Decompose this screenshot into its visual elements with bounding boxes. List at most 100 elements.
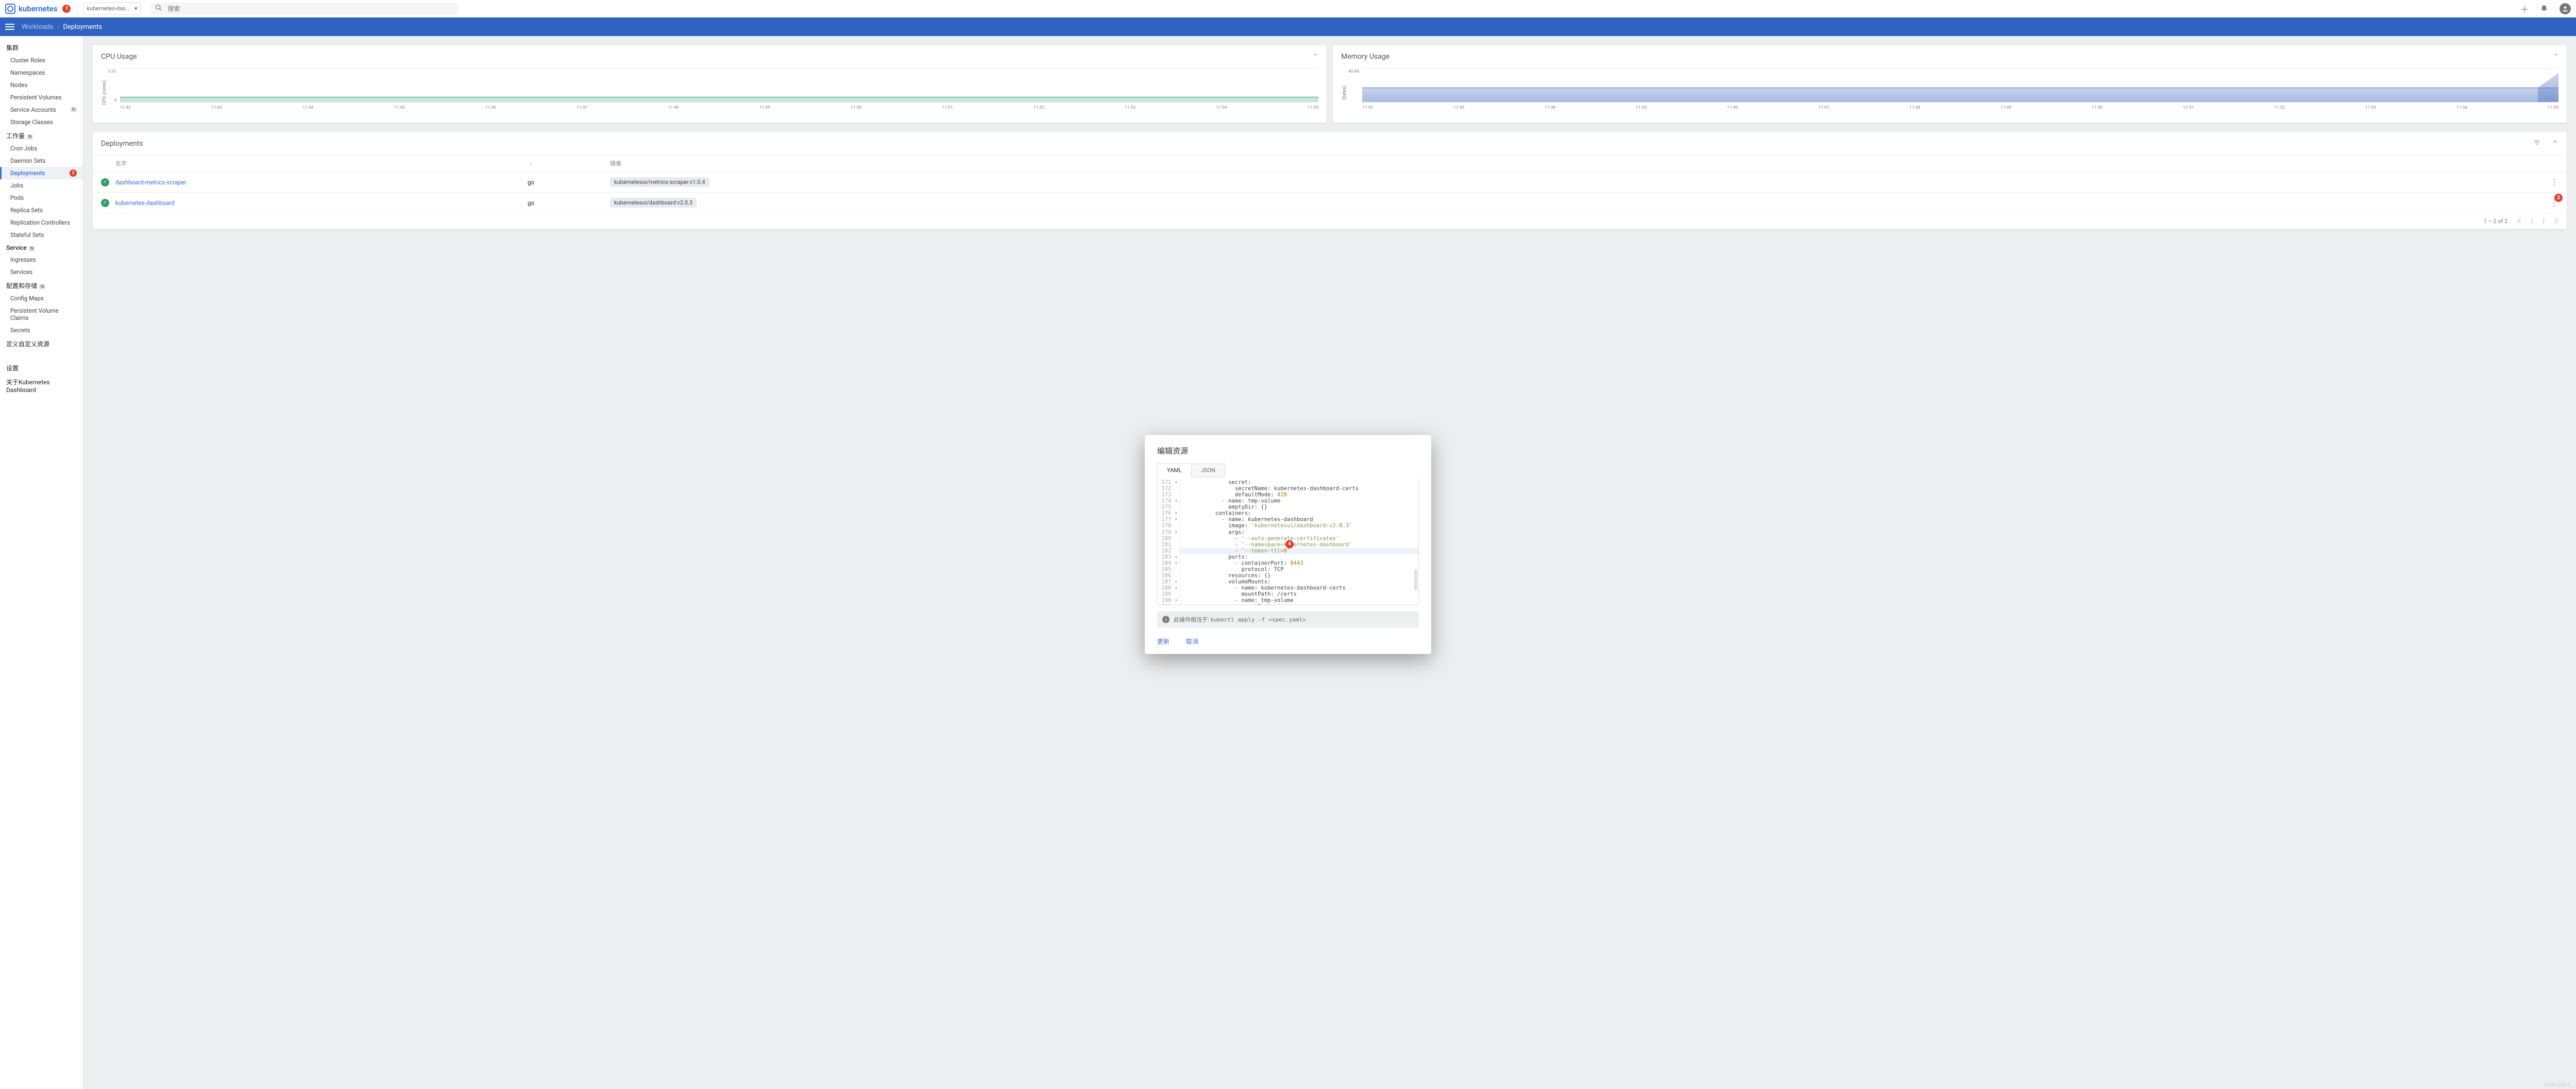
info-text: 此操作相当于: kubectl apply -f <spec.yaml> bbox=[1174, 616, 1306, 624]
dialog-actions: 更新 取消 bbox=[1157, 637, 1419, 646]
sidebar: 集群 Cluster RolesNamespacesNodesPersisten… bbox=[0, 36, 83, 1089]
sidebar-item-cluster-roles[interactable]: Cluster Roles bbox=[0, 54, 83, 66]
collapse-icon[interactable]: ⌃ bbox=[2553, 53, 2558, 61]
sidebar-item-config-maps[interactable]: Config Maps bbox=[0, 292, 83, 304]
cpu-usage-card: CPU Usage ⌃ CPU (cores) 0.01 0 11:4211:4… bbox=[93, 45, 1327, 123]
namespace-selector[interactable]: kubernetes-das... ▾ bbox=[83, 3, 141, 15]
kubernetes-logo-icon bbox=[5, 4, 15, 14]
sidebar-item-replication-controllers[interactable]: Replication Controllers bbox=[0, 216, 83, 229]
tab-yaml[interactable]: YAML bbox=[1157, 464, 1192, 478]
page-first-icon[interactable]: |⟨ bbox=[2517, 217, 2521, 225]
sidebar-item-stateful-sets[interactable]: Stateful Sets bbox=[0, 229, 83, 241]
notifications-icon[interactable] bbox=[2540, 4, 2548, 14]
annotation-marker-4: 4 bbox=[1285, 540, 1294, 549]
nav-section-settings[interactable]: 设置 bbox=[0, 361, 83, 375]
image-chip: kubernetesui/dashboard:v2.0.3 bbox=[610, 198, 697, 208]
sidebar-item-pods[interactable]: Pods bbox=[0, 192, 83, 204]
brand-text: kubernetes bbox=[19, 4, 57, 13]
sidebar-item-deployments[interactable]: Deployments2 bbox=[0, 167, 83, 179]
cpu-card-title: CPU Usage bbox=[101, 53, 137, 61]
tab-json[interactable]: JSON bbox=[1192, 464, 1225, 478]
mem-series bbox=[1362, 88, 2558, 102]
page-next-icon[interactable]: ⟩ bbox=[2543, 217, 2545, 225]
memory-usage-card: Memory Usage ⌃ (bytes) 40 Mi 11:4211 bbox=[1333, 45, 2567, 123]
cpu-yticks: 0.01 0 bbox=[108, 69, 119, 103]
col-name[interactable]: 名字 bbox=[115, 159, 337, 167]
image-chip: kubernetesui/metrics-scraper:v1.0.4 bbox=[610, 177, 709, 187]
breadcrumb-current: Deployments bbox=[63, 23, 102, 31]
sort-asc-icon[interactable]: ↑ bbox=[530, 161, 532, 167]
sidebar-item-ingresses[interactable]: Ingresses bbox=[0, 253, 83, 266]
annotation-marker-1: 1 bbox=[62, 5, 71, 13]
sidebar-item-daemon-sets[interactable]: Daemon Sets bbox=[0, 155, 83, 167]
namespace-selector-value: kubernetes-das... bbox=[87, 5, 130, 12]
sidebar-item-nodes[interactable]: Nodes bbox=[0, 79, 83, 91]
editor-gutter: 171 ▾172 173 174 ▾175 176 ▾177 ▾178 179 … bbox=[1158, 478, 1180, 605]
badge-n-icon: N bbox=[29, 246, 35, 251]
annotation-marker-2: 2 bbox=[70, 169, 77, 177]
editor-code[interactable]: secret: secretName: kubernetes-dashboard… bbox=[1180, 478, 1418, 605]
chevron-down-icon: ▾ bbox=[134, 5, 138, 12]
sidebar-item-persistent-volumes[interactable]: Persistent Volumes bbox=[0, 91, 83, 104]
filter-icon[interactable] bbox=[2533, 139, 2540, 148]
table-row[interactable]: ✓ kubernetes-dashboard go kubernetesui/d… bbox=[93, 193, 2567, 213]
collapse-icon[interactable]: ⌃ bbox=[2552, 139, 2558, 148]
nav-section-crd[interactable]: 定义自定义资源 bbox=[0, 336, 83, 350]
nav-section-cluster[interactable]: 集群 bbox=[0, 40, 83, 54]
watermark: CSDN @仙士_ bbox=[2544, 1081, 2573, 1088]
page-last-icon[interactable]: ⟩| bbox=[2554, 217, 2558, 225]
table-row[interactable]: ✓ dashboard-metrics-scraper go kubernete… bbox=[93, 172, 2567, 193]
mem-ylabel: (bytes) bbox=[1341, 68, 1348, 117]
scrollbar-thumb[interactable] bbox=[1414, 569, 1417, 591]
badge-n-icon: N bbox=[39, 284, 45, 290]
sidebar-item-replica-sets[interactable]: Replica Sets bbox=[0, 204, 83, 216]
update-button[interactable]: 更新 bbox=[1157, 637, 1170, 646]
row-menu-icon[interactable]: ⋮ 3 bbox=[2550, 198, 2558, 208]
created-relative: go bbox=[528, 199, 610, 207]
sidebar-item-storage-classes[interactable]: Storage Classes bbox=[0, 116, 83, 128]
topbar: kubernetes 1 kubernetes-das... ▾ ＋ bbox=[0, 0, 2576, 18]
breadcrumb-workloads[interactable]: Workloads bbox=[22, 23, 53, 31]
status-ok-icon: ✓ bbox=[101, 199, 109, 207]
menu-icon[interactable] bbox=[5, 24, 14, 30]
edit-resource-dialog: 编辑资源 YAML JSON 171 ▾172 173 174 ▾175 176… bbox=[1145, 435, 1431, 654]
topbar-actions: ＋ bbox=[2520, 3, 2571, 15]
sidebar-item-persistent-volume-claims[interactable]: Persistent Volume Claims bbox=[0, 304, 83, 324]
mem-card-title: Memory Usage bbox=[1341, 53, 1389, 61]
sidebar-item-namespaces[interactable]: Namespaces bbox=[0, 66, 83, 79]
search-icon bbox=[155, 4, 162, 13]
badge-n-icon: N bbox=[71, 107, 77, 112]
deployments-table-card: Deployments ⌃ 名字 ↑ 镜像 ✓ dashboard-metric… bbox=[93, 132, 2567, 229]
sidebar-item-cron-jobs[interactable]: Cron Jobs bbox=[0, 142, 83, 155]
row-menu-icon[interactable]: ⋮ bbox=[2550, 177, 2558, 187]
status-ok-icon: ✓ bbox=[101, 178, 109, 186]
cpu-series bbox=[120, 97, 1318, 102]
collapse-icon[interactable]: ⌃ bbox=[1313, 53, 1318, 61]
deployment-link[interactable]: dashboard-metrics-scraper bbox=[115, 179, 337, 186]
account-icon[interactable] bbox=[2560, 3, 2571, 14]
cancel-button[interactable]: 取消 bbox=[1186, 637, 1198, 646]
sidebar-item-secrets[interactable]: Secrets bbox=[0, 324, 83, 336]
brand-logo[interactable]: kubernetes bbox=[5, 4, 57, 14]
page-prev-icon[interactable]: ⟨ bbox=[2531, 217, 2533, 225]
sidebar-item-service-accounts[interactable]: Service AccountsN bbox=[0, 104, 83, 116]
editor-tabs: YAML JSON bbox=[1157, 464, 1419, 478]
cpu-plot: 11:4211:4311:4411:4511:4611:4711:4811:49… bbox=[120, 68, 1318, 117]
search-field[interactable] bbox=[151, 3, 458, 15]
info-bar: i 此操作相当于: kubectl apply -f <spec.yaml> bbox=[1157, 611, 1419, 628]
annotation-marker-3: 3 bbox=[2554, 194, 2563, 202]
search-input[interactable] bbox=[167, 5, 454, 12]
yaml-editor[interactable]: 171 ▾172 173 174 ▾175 176 ▾177 ▾178 179 … bbox=[1157, 478, 1419, 605]
deployments-card-title: Deployments bbox=[101, 140, 143, 148]
pagination-range: 1 – 2 of 2 bbox=[2484, 218, 2508, 225]
sidebar-item-jobs[interactable]: Jobs bbox=[0, 179, 83, 192]
nav-section-config[interactable]: 配置和存储N bbox=[0, 278, 83, 292]
pagination: 1 – 2 of 2 |⟨ ⟨ ⟩ ⟩| bbox=[93, 213, 2567, 229]
col-image[interactable]: 镜像 bbox=[610, 159, 2538, 167]
nav-section-service[interactable]: ServiceN bbox=[0, 241, 83, 253]
deployment-link[interactable]: kubernetes-dashboard bbox=[115, 199, 337, 207]
nav-about[interactable]: 关于Kubernetes Dashboard bbox=[0, 375, 83, 396]
nav-section-workloads[interactable]: 工作量N bbox=[0, 128, 83, 142]
add-icon[interactable]: ＋ bbox=[2520, 3, 2529, 15]
sidebar-item-services[interactable]: Services bbox=[0, 266, 83, 278]
